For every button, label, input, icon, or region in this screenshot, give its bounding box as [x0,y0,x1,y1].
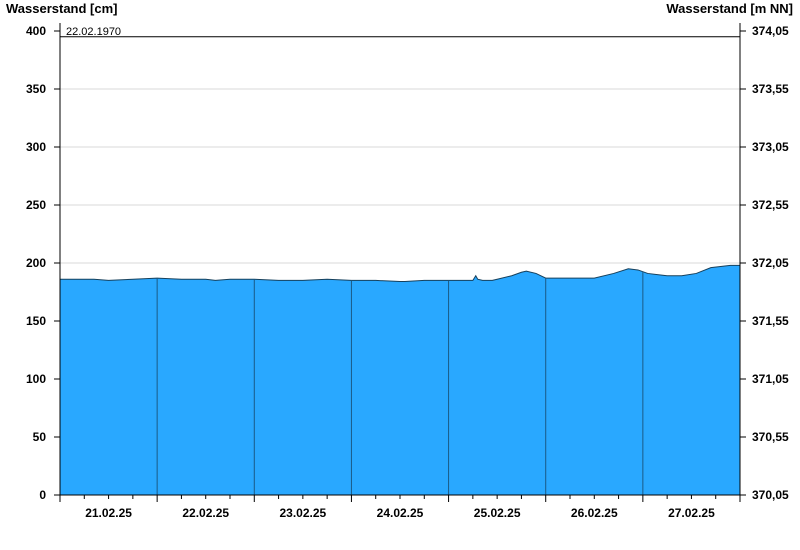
left-tick-label: 200 [26,256,46,270]
left-tick-label: 100 [26,372,46,386]
right-tick-label: 373,05 [752,140,789,154]
left-tick-label: 400 [26,24,46,38]
left-axis-title: Wasserstand [cm] [6,1,118,16]
right-axis-title: Wasserstand [m NN] [666,1,793,16]
right-tick-label: 373,55 [752,82,789,96]
x-tick-label: 26.02.25 [571,506,618,520]
water-level-area [60,265,740,495]
left-tick-label: 250 [26,198,46,212]
area-layer [60,264,740,495]
right-tick-label: 371,55 [752,314,789,328]
right-tick-label: 370,05 [752,488,789,502]
left-tick-label: 0 [39,488,46,502]
x-tick-label: 27.02.25 [668,506,715,520]
water-level-chart: 22.02.1970 0 50 100 150 200 250 300 350 400 370,… [0,0,800,550]
right-tick-label: 374,05 [752,24,789,38]
right-tick-label: 371,05 [752,372,789,386]
reference-label: 22.02.1970 [66,26,121,38]
x-tick-label: 23.02.25 [279,506,326,520]
left-tick-label: 300 [26,140,46,154]
x-tick-label: 24.02.25 [377,506,424,520]
x-tick-label: 25.02.25 [474,506,521,520]
left-tick-label: 350 [26,82,46,96]
right-tick-label: 370,55 [752,430,789,444]
right-tick-label: 372,05 [752,256,789,270]
x-tick-label: 22.02.25 [182,506,229,520]
right-tick-label: 372,55 [752,198,789,212]
left-tick-label: 150 [26,314,46,328]
x-tick-label: 21.02.25 [85,506,132,520]
left-tick-label: 50 [33,430,47,444]
